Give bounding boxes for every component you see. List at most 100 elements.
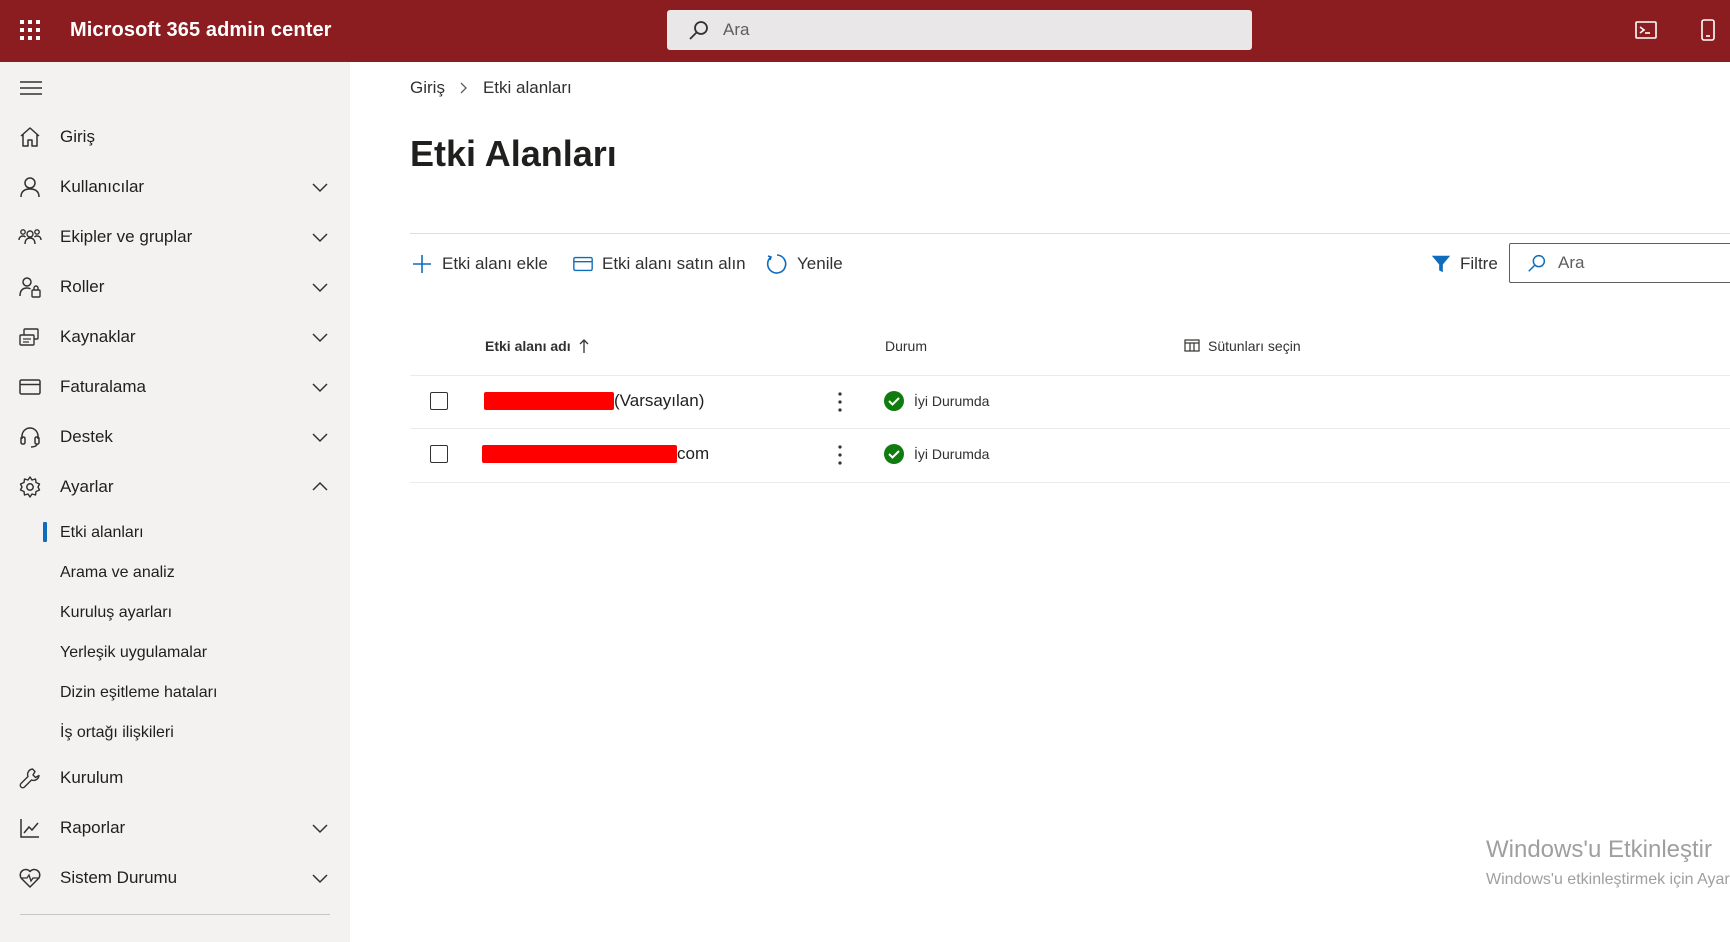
sidebar-subitem-label: Kuruluş ayarları	[60, 604, 173, 621]
credit-card-icon	[573, 256, 593, 272]
column-header-label: Durum	[885, 338, 928, 354]
choose-columns-label: Sütunları seçin	[1208, 338, 1301, 354]
sidebar-item-label: Giriş	[60, 127, 95, 146]
breadcrumb-home[interactable]: Giriş	[410, 78, 445, 98]
sidebar-subitem-label: Yerleşik uygulamalar	[60, 644, 208, 661]
filter-button[interactable]: Filtre	[1430, 246, 1498, 282]
chevron-right-icon	[460, 82, 467, 94]
sidebar-item-teams-groups[interactable]: Ekipler ve gruplar	[0, 215, 350, 259]
sidebar-subitem-partner-relationships[interactable]: İş ortağı ilişkileri	[0, 715, 350, 751]
status-text: İyi Durumda	[914, 446, 990, 462]
watermark-title: Windows'u Etkinleştir	[1486, 836, 1712, 863]
row-checkbox[interactable]	[430, 392, 448, 410]
chevron-down-icon	[312, 333, 328, 343]
list-search-box[interactable]	[1509, 243, 1730, 283]
plus-icon	[413, 255, 431, 273]
chevron-down-icon	[312, 433, 328, 443]
redacted-domain	[482, 445, 677, 463]
sidebar-divider	[20, 914, 330, 915]
more-options-icon[interactable]	[830, 443, 850, 467]
column-header-status[interactable]: Durum	[885, 338, 927, 354]
heart-icon	[19, 868, 41, 888]
sidebar-item-label: Kaynaklar	[60, 327, 136, 346]
sidebar-item-label: Faturalama	[60, 377, 146, 396]
sidebar-item-resources[interactable]: Kaynaklar	[0, 315, 350, 359]
sidebar-item-roles[interactable]: Roller	[0, 265, 350, 309]
sidebar-item-reports[interactable]: Raporlar	[0, 806, 350, 850]
home-icon	[20, 127, 40, 147]
row-divider	[410, 482, 1730, 483]
refresh-icon	[766, 254, 787, 274]
list-search-input[interactable]	[1558, 253, 1728, 273]
sidebar-subitem-directory-sync-errors[interactable]: Dizin eşitleme hataları	[0, 675, 350, 711]
sidebar-subitem-integrated-apps[interactable]: Yerleşik uygulamalar	[0, 635, 350, 671]
chevron-down-icon	[312, 233, 328, 243]
headset-icon	[20, 427, 40, 448]
sidebar-item-label: Ayarlar	[60, 477, 114, 496]
domain-suffix: com	[677, 444, 710, 463]
column-header-domain-name[interactable]: Etki alanı adı	[485, 338, 591, 354]
sidebar-subitem-domains[interactable]: Etki alanları	[0, 515, 350, 551]
page-title: Etki Alanları	[410, 133, 617, 174]
sidebar-item-settings[interactable]: Ayarlar	[0, 465, 350, 509]
sidebar-item-health[interactable]: Sistem Durumu	[0, 856, 350, 900]
app-title[interactable]: Microsoft 365 admin center	[70, 19, 332, 42]
add-domain-button[interactable]: Etki alanı ekle	[410, 246, 548, 282]
refresh-button[interactable]: Yenile	[765, 246, 843, 282]
sidebar-item-label: Kullanıcılar	[60, 177, 145, 196]
sidebar-item-support[interactable]: Destek	[0, 415, 350, 459]
check-circle-icon	[884, 444, 904, 464]
mobile-app-icon[interactable]	[1696, 18, 1720, 42]
sidebar-item-label: Sistem Durumu	[60, 868, 178, 887]
watermark-subtitle: Windows'u etkinleştirmek için Ayarlar'a …	[1486, 871, 1730, 888]
sort-ascending-icon	[579, 339, 589, 353]
chevron-down-icon	[312, 824, 328, 834]
sidebar-item-label: Kurulum	[60, 768, 124, 787]
app-launcher-icon[interactable]	[14, 14, 46, 46]
sidebar-item-label: Ekipler ve gruplar	[60, 227, 193, 246]
domain-name-link[interactable]: (Varsayılan)	[484, 391, 704, 411]
breadcrumb-current: Etki alanları	[482, 78, 572, 97]
row-checkbox[interactable]	[430, 445, 448, 463]
search-icon	[689, 21, 708, 40]
roles-icon	[19, 277, 41, 298]
sidebar-subitem-label: Arama ve analiz	[60, 564, 175, 581]
row-divider	[410, 428, 1730, 429]
sidebar-subitem-search-intelligence[interactable]: Arama ve analiz	[0, 555, 350, 591]
chevron-down-icon	[312, 283, 328, 293]
buy-domain-button[interactable]: Etki alanı satın alın	[572, 246, 746, 282]
status-text: İyi Durumda	[914, 393, 990, 409]
activation-watermark: Windows'u Etkinleştir Windows'u etkinleş…	[1480, 820, 1730, 900]
resources-icon	[19, 328, 39, 346]
global-search-input[interactable]	[723, 20, 1203, 40]
table-header-divider	[410, 375, 1730, 376]
choose-columns-icon	[1184, 339, 1200, 352]
sidebar-item-label: Destek	[60, 427, 113, 446]
sidebar-subitem-label: Dizin eşitleme hataları	[60, 684, 218, 701]
gear-icon	[19, 476, 41, 498]
user-icon	[20, 177, 40, 198]
chevron-down-icon	[312, 383, 328, 393]
sidebar-item-home[interactable]: Giriş	[0, 115, 350, 159]
choose-columns-button[interactable]: Sütunları seçin	[1184, 338, 1301, 354]
search-icon	[1528, 254, 1546, 272]
sidebar-item-users[interactable]: Kullanıcılar	[0, 165, 350, 209]
wrench-icon	[19, 768, 40, 789]
sidebar-item-label: Raporlar	[60, 818, 126, 837]
hamburger-menu-icon[interactable]	[20, 80, 42, 96]
global-search[interactable]	[667, 10, 1252, 50]
sidebar-subitem-org-settings[interactable]: Kuruluş ayarları	[0, 595, 350, 631]
chevron-up-icon	[312, 481, 328, 491]
sidebar: Giriş Kullanıcılar Ekipler ve gruplar Ro…	[0, 62, 350, 942]
terminal-icon[interactable]	[1634, 18, 1658, 42]
sidebar-item-setup[interactable]: Kurulum	[0, 756, 350, 800]
status-cell: İyi Durumda	[884, 391, 989, 411]
sidebar-item-billing[interactable]: Faturalama	[0, 365, 350, 409]
more-options-icon[interactable]	[830, 390, 850, 414]
redacted-domain	[484, 392, 614, 410]
billing-icon	[19, 379, 41, 395]
sidebar-item-label: Roller	[60, 277, 105, 296]
refresh-label: Yenile	[797, 254, 843, 273]
domain-name-link[interactable]: com	[482, 444, 709, 464]
teams-icon	[18, 229, 42, 245]
